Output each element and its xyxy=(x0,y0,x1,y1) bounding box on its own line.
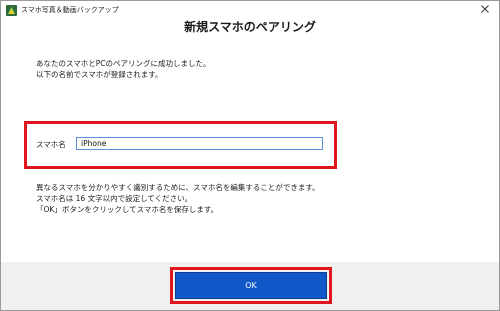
close-button[interactable] xyxy=(473,1,497,17)
help-line: スマホ名は 16 文字以内で設定してください。 xyxy=(36,194,193,203)
ok-button[interactable]: OK xyxy=(175,272,327,299)
title-bar: スマホ写真＆動画バックアップ xyxy=(1,1,499,19)
phone-name-label: スマホ名 xyxy=(36,140,66,149)
dialog-title: 新規スマホのペアリング xyxy=(184,20,316,34)
intro-line: あなたのスマホとPCのペアリングに成功しました。 xyxy=(36,59,211,68)
intro-line: 以下の名前でスマホが登録されます。 xyxy=(36,70,163,79)
help-message: 異なるスマホを分かりやすく識別するために、スマホ名を編集することができます。 ス… xyxy=(36,182,320,215)
app-logo-icon xyxy=(6,5,17,16)
phone-name-input[interactable] xyxy=(76,137,323,150)
dialog-window: スマホ写真＆動画バックアップ 新規スマホのペアリング あなたのスマホとPCのペア… xyxy=(0,0,500,311)
help-line: 異なるスマホを分かりやすく識別するために、スマホ名を編集することができます。 xyxy=(36,183,320,192)
app-title: スマホ写真＆動画バックアップ xyxy=(21,6,119,14)
intro-message: あなたのスマホとPCのペアリングに成功しました。 以下の名前でスマホが登録されま… xyxy=(36,58,211,80)
close-icon xyxy=(481,5,489,13)
help-line: 「OK」ボタンをクリックしてスマホ名を保存します。 xyxy=(36,205,219,214)
